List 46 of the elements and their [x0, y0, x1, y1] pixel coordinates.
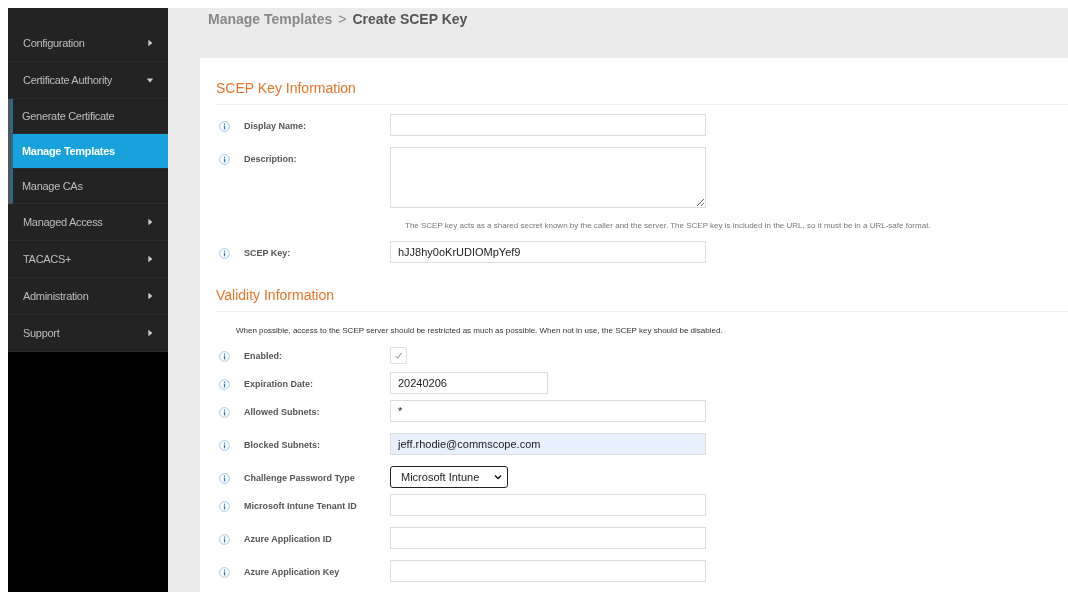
checkbox[interactable] [390, 347, 407, 364]
info-icon[interactable] [219, 379, 230, 390]
field-label: Description: [244, 153, 298, 164]
sidebar-item[interactable]: Certificate Authority [8, 62, 168, 99]
sidebar-item[interactable]: Administration [8, 278, 168, 315]
field-label: Enabled: [244, 350, 283, 361]
info-icon[interactable] [219, 440, 230, 451]
checkmark-icon [393, 350, 404, 361]
chevron-down-icon [493, 472, 503, 482]
sidebar-item[interactable]: Support [8, 315, 168, 352]
info-icon[interactable] [219, 248, 230, 259]
input-field[interactable]: * [390, 400, 706, 422]
dropdown[interactable]: Microsoft Intune [390, 466, 508, 488]
info-icon[interactable] [219, 473, 230, 484]
sidebar-item[interactable]: Managed Access [8, 204, 168, 241]
input-field[interactable] [390, 527, 706, 549]
info-icon[interactable] [219, 351, 230, 362]
input-field[interactable]: jeff.rhodie@commscope.com [390, 433, 706, 455]
input-field[interactable] [390, 494, 706, 516]
page-title: Create SCEP Key [352, 11, 468, 27]
breadcrumb-separator: > [338, 11, 347, 27]
input-field[interactable] [390, 114, 706, 136]
info-icon[interactable] [219, 121, 230, 132]
help-text: When possible, access to the SCEP server should be restricted as much as possible. When not in use, the SCEP key should be disabled. [235, 325, 724, 337]
field-label: Microsoft Intune Tenant ID [244, 500, 358, 511]
field-label: Display Name: [244, 120, 308, 131]
info-icon[interactable] [219, 567, 230, 578]
field-label: Blocked Subnets: [244, 439, 321, 450]
field-label: Azure Application Key [244, 566, 341, 577]
input-field[interactable]: 20240206 [390, 372, 548, 394]
field-label: SCEP Key: [244, 247, 292, 258]
info-icon[interactable] [219, 407, 230, 418]
section-heading: SCEP Key Information [216, 80, 1068, 105]
section-heading: Validity Information [216, 287, 1068, 312]
info-icon[interactable] [219, 501, 230, 512]
field-label: Expiration Date: [244, 378, 314, 389]
input-field[interactable]: hJJ8hy0oKrUDIOMpYef9 [390, 241, 706, 263]
sidebar-item[interactable]: TACACS+ [8, 241, 168, 278]
field-label: Challenge Password Type [244, 472, 356, 483]
field-label: Allowed Subnets: [244, 406, 321, 417]
field-label: Azure Application ID [244, 533, 333, 544]
info-icon[interactable] [219, 534, 230, 545]
help-text: The SCEP key acts as a shared secret known by the caller and the server. The SCEP key is included in the URL, so it must be in a URL-safe format. [405, 221, 931, 230]
sidebar-item[interactable]: Configuration [8, 25, 168, 62]
input-field[interactable] [390, 560, 706, 582]
info-icon[interactable] [219, 154, 230, 165]
